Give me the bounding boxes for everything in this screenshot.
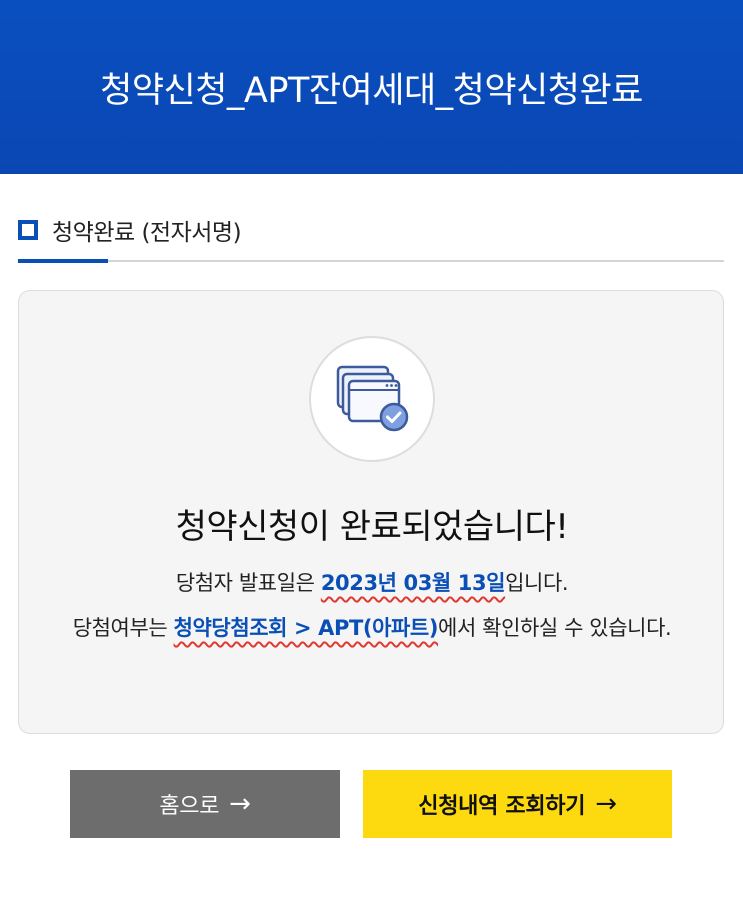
documents-check-icon xyxy=(309,336,435,462)
completion-card: 청약신청이 완료되었습니다! 당첨자 발표일은 2023년 03월 13일입니다… xyxy=(18,290,724,734)
check-result-text: 당첨여부는 xyxy=(72,616,174,640)
section-title: 청약완료 (전자서명) xyxy=(52,220,242,246)
view-history-button[interactable]: 신청내역 조회하기 → xyxy=(363,770,672,838)
view-history-button-label: 신청내역 조회하기 xyxy=(418,794,586,819)
arrow-right-icon: → xyxy=(595,789,617,819)
announcement-suffix: 입니다. xyxy=(505,571,569,595)
home-button[interactable]: 홈으로 → xyxy=(70,770,340,838)
square-bullet-icon xyxy=(18,220,38,240)
winner-lookup-link[interactable]: 청약당첨조회 > APT(아파트) xyxy=(174,616,439,640)
section-divider-accent xyxy=(18,259,108,263)
arrow-right-icon: → xyxy=(229,789,251,819)
check-result-suffix: 에서 확인하실 수 있습니다. xyxy=(438,616,672,640)
announcement-date: 2023년 03월 13일 xyxy=(320,571,506,595)
home-button-label: 홈으로 xyxy=(159,794,220,819)
section-divider xyxy=(18,260,724,262)
page-header: 청약신청_APT잔여세대_청약신청완료 xyxy=(0,0,743,174)
page-title: 청약신청_APT잔여세대_청약신청완료 xyxy=(100,70,643,111)
announcement-text: 당첨자 발표일은 xyxy=(175,571,321,595)
completion-message: 청약신청이 완료되었습니다! xyxy=(175,507,569,547)
completion-details: 당첨자 발표일은 2023년 03월 13일입니다. 당첨여부는 청약당첨조회 … xyxy=(49,561,695,651)
section-heading: 청약완료 (전자서명) xyxy=(18,212,242,248)
